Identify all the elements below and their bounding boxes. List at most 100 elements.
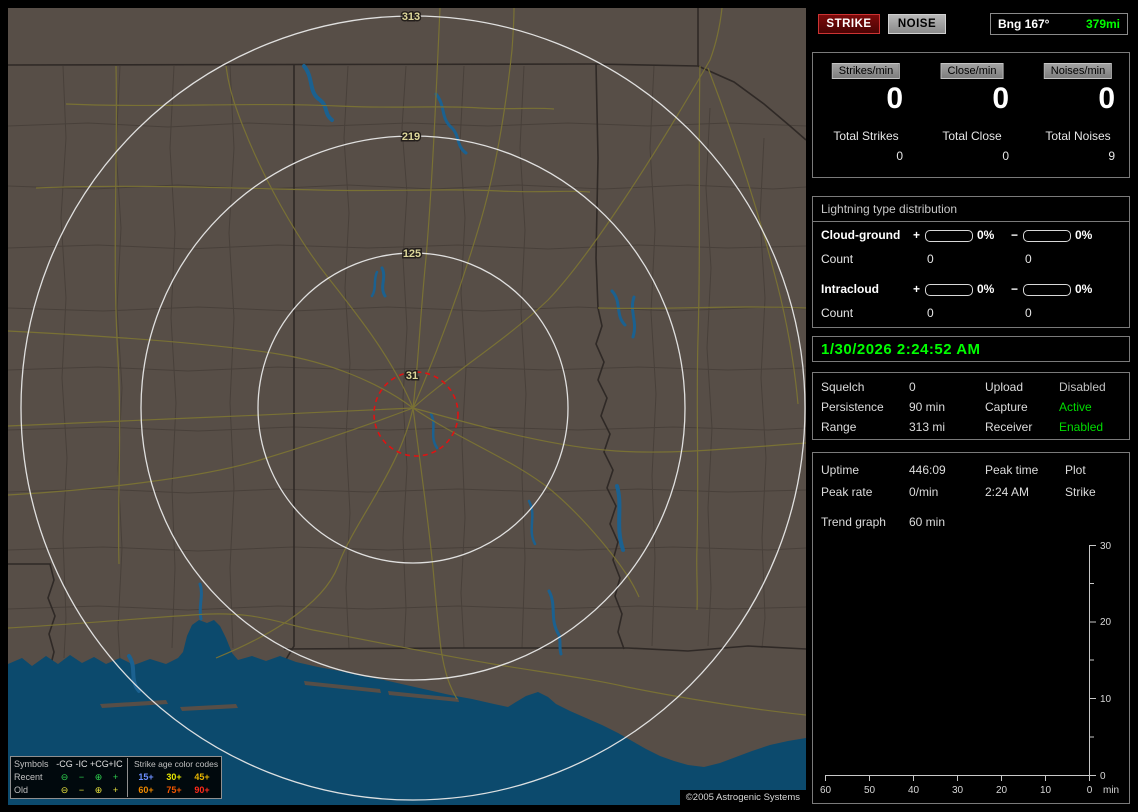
bearing-value: Bng 167° — [998, 17, 1050, 31]
ic-plus-bar — [925, 284, 973, 296]
x-tick-10: 10 — [1040, 785, 1052, 796]
distribution-title: Lightning type distribution — [821, 202, 958, 216]
status-panel: Uptime 446:09 Peak time Plot Peak rate 0… — [812, 452, 1130, 804]
datetime-display: 1/30/2026 2:24:52 AM — [821, 340, 981, 358]
trend-tick-labels: 30 20 10 0 60 50 40 30 20 10 0 min — [820, 541, 1119, 796]
ic-minus-sign: − — [1011, 282, 1019, 296]
cg-minus-percent: 0% — [1075, 228, 1093, 242]
cg-plus-count: 0 — [927, 252, 934, 266]
cg-plus-bar — [925, 230, 973, 242]
bearing-readout: Bng 167° 379mi — [990, 13, 1128, 35]
y-tick-30: 30 — [1100, 541, 1112, 552]
legend-age-header: Strike age color codes — [134, 759, 219, 769]
legend-recent-label: Recent — [14, 772, 43, 782]
cg-minus-count: 0 — [1025, 252, 1032, 266]
total-noises-label: Total Noises — [1045, 129, 1111, 143]
cg-minus-bar — [1023, 230, 1071, 242]
ring-label-125: 125 — [403, 248, 421, 260]
legend-header-row: Symbols -CG -IC +CG +IC Strike age color… — [14, 758, 218, 771]
legend-old-row: Old ⊖ − ⊕ + 60+ 75+ 90+ — [14, 784, 218, 797]
x-tick-30: 30 — [952, 785, 964, 796]
receiver-value: Enabled — [1059, 420, 1104, 434]
y-tick-20: 20 — [1100, 617, 1112, 628]
persistence-value: 90 min — [909, 400, 946, 414]
total-noises-value: 9 — [1108, 149, 1115, 163]
ring-label-313: 313 — [402, 11, 420, 23]
settings-panel: Squelch 0 Upload Disabled Persistence 90… — [812, 372, 1130, 440]
upload-value: Disabled — [1059, 380, 1106, 394]
map-canvas: 313 219 125 31 — [8, 8, 806, 805]
uptime-label: Uptime — [821, 463, 860, 477]
ring-label-219: 219 — [402, 131, 420, 143]
ic-minus-percent: 0% — [1075, 282, 1093, 296]
y-tick-10: 10 — [1100, 694, 1112, 705]
strikes-per-min-chip: Strikes/min — [831, 63, 901, 79]
noise-button[interactable]: NOISE — [888, 14, 946, 34]
copyright-text: ©2005 Astrogenic Systems — [679, 790, 806, 805]
pos-cg-recent-icon: ⊕ — [94, 772, 103, 782]
ic-minus-count: 0 — [1025, 306, 1032, 320]
trend-axes — [825, 545, 1096, 781]
close-per-min-chip: Close/min — [940, 63, 1004, 79]
noises-column: Noises/min 0 Total Noises 9 — [1025, 53, 1131, 177]
upload-label: Upload — [985, 380, 1024, 394]
age-30-label: 30+ — [166, 772, 182, 782]
x-tick-40: 40 — [908, 785, 920, 796]
cg-count-label: Count — [821, 252, 854, 266]
neg-ic-old-icon: − — [78, 785, 85, 795]
legend-old-ages: 60+ 75+ 90+ — [127, 784, 216, 797]
age-15-label: 15+ — [138, 772, 154, 782]
total-close-value: 0 — [1002, 149, 1009, 163]
strike-button[interactable]: STRIKE — [818, 14, 880, 34]
age-75-label: 75+ — [166, 785, 182, 795]
age-90-label: 90+ — [194, 785, 210, 795]
cg-plus-sign: + — [913, 228, 921, 242]
trend-graph: 30 20 10 0 60 50 40 30 20 10 0 min — [820, 541, 1119, 796]
legend-recent-row: Recent ⊖ − ⊕ + 15+ 30+ 45+ — [14, 771, 218, 784]
pos-cg-old-icon: ⊕ — [94, 785, 103, 795]
bearing-distance: 379mi — [1085, 17, 1120, 31]
peak-rate-label: Peak rate — [821, 485, 873, 499]
legend-recent-ages: 15+ 30+ 45+ — [127, 771, 216, 784]
neg-cg-old-icon: ⊖ — [60, 785, 69, 795]
legend-age-header-cell: Strike age color codes — [127, 758, 218, 771]
x-axis-unit: min — [1103, 785, 1119, 796]
ic-plus-percent: 0% — [977, 282, 995, 296]
age-60-label: 60+ — [138, 785, 154, 795]
capture-label: Capture — [985, 400, 1028, 414]
trend-graph-label: Trend graph — [821, 515, 886, 529]
capture-value: Active — [1059, 400, 1092, 414]
total-strikes-label: Total Strikes — [833, 129, 899, 143]
cg-minus-sign: − — [1011, 228, 1019, 242]
peak-time-label: Peak time — [985, 463, 1039, 477]
clock-panel: 1/30/2026 2:24:52 AM — [812, 336, 1130, 362]
pos-ic-recent-icon: + — [112, 772, 119, 782]
receiver-label: Receiver — [985, 420, 1033, 434]
plot-label: Plot — [1065, 463, 1086, 477]
total-strikes-value: 0 — [896, 149, 903, 163]
age-45-label: 45+ — [194, 772, 210, 782]
plot-value: Strike — [1065, 485, 1096, 499]
total-close-label: Total Close — [942, 129, 1002, 143]
squelch-label: Squelch — [821, 380, 865, 394]
ic-plus-sign: + — [913, 282, 921, 296]
counters-panel: Strikes/min 0 Total Strikes 0 Close/min … — [812, 52, 1130, 178]
x-tick-20: 20 — [996, 785, 1008, 796]
peak-time-value: 2:24 AM — [985, 485, 1030, 499]
x-tick-0: 0 — [1087, 785, 1093, 796]
neg-ic-recent-icon: − — [78, 772, 85, 782]
close-per-min-value: 0 — [992, 82, 1009, 115]
neg-cg-recent-icon: ⊖ — [60, 772, 69, 782]
ring-label-31: 31 — [406, 370, 418, 382]
header-bar: STRIKE NOISE Bng 167° 379mi — [812, 12, 1130, 38]
lightning-map[interactable]: 313 219 125 31 Symbols -CG -IC +CG +IC S… — [8, 8, 806, 805]
cloud-ground-label: Cloud-ground — [821, 228, 901, 242]
strikes-column: Strikes/min 0 Total Strikes 0 — [813, 53, 919, 177]
legend-col-neg-ic: -IC — [75, 759, 88, 769]
legend-col-pos-cg: +CG — [90, 759, 109, 769]
x-tick-60: 60 — [820, 785, 832, 796]
map-legend: Symbols -CG -IC +CG +IC Strike age color… — [10, 756, 223, 799]
intracloud-label: Intracloud — [821, 282, 880, 296]
distribution-divider — [813, 221, 1129, 222]
uptime-value: 446:09 — [909, 463, 946, 477]
